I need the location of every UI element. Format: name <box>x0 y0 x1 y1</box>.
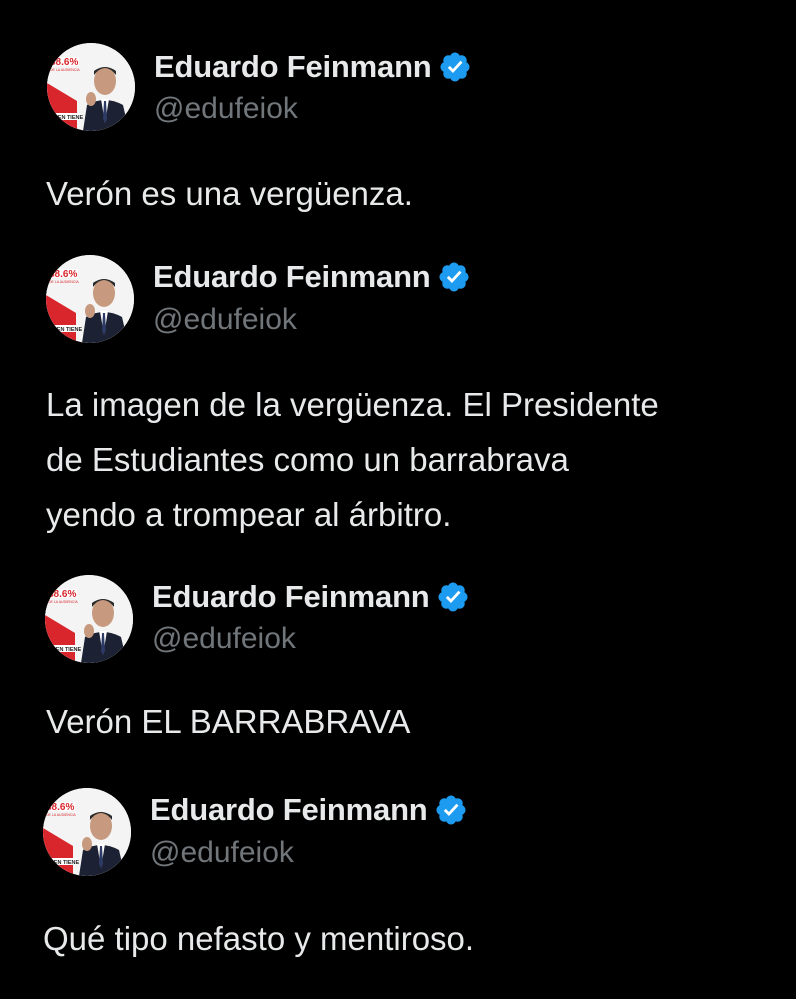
svg-text:QUIEN TIENE: QUIEN TIENE <box>44 860 79 866</box>
author-name[interactable]: Eduardo Feinmann <box>150 792 428 828</box>
svg-text:38.6%: 38.6% <box>50 57 78 68</box>
avatar[interactable]: 38.6% DE LA AUDIENCIA QUIEN TIENE <box>46 255 134 343</box>
author-name-row: Eduardo Feinmann <box>152 577 470 617</box>
avatar-photo: 38.6% DE LA AUDIENCIA QUIEN TIENE <box>43 788 131 876</box>
svg-text:38.6%: 38.6% <box>49 269 77 280</box>
author-name-row: Eduardo Feinmann <box>154 47 472 87</box>
svg-text:38.6%: 38.6% <box>48 589 76 600</box>
avatar-photo: 38.6% DE LA AUDIENCIA QUIEN TIENE <box>46 255 134 343</box>
author-handle[interactable]: @edufeiok <box>150 836 294 870</box>
avatar[interactable]: 38.6% DE LA AUDIENCIA QUIEN TIENE <box>43 788 131 876</box>
avatar-photo: 38.6% DE LA AUDIENCIA QUIEN TIENE <box>47 43 135 131</box>
author-name[interactable]: Eduardo Feinmann <box>154 49 432 85</box>
svg-text:DE LA AUDIENCIA: DE LA AUDIENCIA <box>46 813 76 817</box>
author-handle[interactable]: @edufeiok <box>154 92 298 126</box>
author-handle[interactable]: @edufeiok <box>153 303 297 337</box>
author-name[interactable]: Eduardo Feinmann <box>153 259 431 295</box>
tweet-text: Verón es una vergüenza. <box>46 175 413 212</box>
svg-text:DE LA AUDIENCIA: DE LA AUDIENCIA <box>49 280 79 284</box>
tweet-text: Verón EL BARRABRAVA <box>46 703 411 740</box>
tweet-text: Qué tipo nefasto y mentiroso. <box>43 920 475 957</box>
verified-badge-icon[interactable] <box>436 580 470 614</box>
author-name[interactable]: Eduardo Feinmann <box>152 579 430 615</box>
svg-text:QUIEN TIENE: QUIEN TIENE <box>48 115 83 121</box>
svg-text:DE LA AUDIENCIA: DE LA AUDIENCIA <box>48 600 78 604</box>
svg-text:DE LA AUDIENCIA: DE LA AUDIENCIA <box>50 68 80 72</box>
avatar[interactable]: 38.6% DE LA AUDIENCIA QUIEN TIENE <box>45 575 133 663</box>
verified-badge-icon[interactable] <box>434 793 468 827</box>
svg-text:QUIEN TIENE: QUIEN TIENE <box>46 647 81 653</box>
avatar[interactable]: 38.6% DE LA AUDIENCIA QUIEN TIENE <box>47 43 135 131</box>
author-name-row: Eduardo Feinmann <box>150 790 468 830</box>
svg-text:38.6%: 38.6% <box>46 802 74 813</box>
tweet-text: La imagen de la vergüenza. El Presidente… <box>46 386 659 533</box>
author-name-row: Eduardo Feinmann <box>153 257 471 297</box>
verified-badge-icon[interactable] <box>437 260 471 294</box>
avatar-photo: 38.6% DE LA AUDIENCIA QUIEN TIENE <box>45 575 133 663</box>
author-handle[interactable]: @edufeiok <box>152 622 296 656</box>
verified-badge-icon[interactable] <box>438 50 472 84</box>
svg-text:QUIEN TIENE: QUIEN TIENE <box>47 327 82 333</box>
